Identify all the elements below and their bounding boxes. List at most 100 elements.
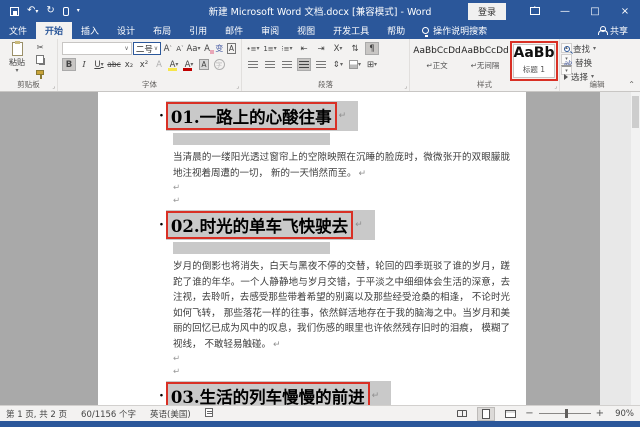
text-effects-button[interactable]: A — [152, 58, 166, 71]
align-left-button[interactable] — [246, 58, 260, 71]
shrink-font-button[interactable]: Aˇ — [174, 42, 185, 55]
vertical-scrollbar-thumb[interactable] — [632, 96, 639, 128]
minimize-button[interactable]: — — [550, 0, 580, 22]
document-page[interactable]: · 01.一路上的心酸往事 ↵ 当清晨的一缕阳光透过窗帘上的空隙映照在沉睡的脸庞… — [98, 92, 526, 405]
paragraph-dialog-launcher-icon[interactable]: ⌟ — [404, 83, 407, 90]
tab-review[interactable]: 审阅 — [252, 22, 288, 39]
print-layout-button[interactable] — [477, 406, 496, 421]
tab-layout[interactable]: 布局 — [144, 22, 180, 39]
body-paragraph-2[interactable]: 岁月的倒影也将消失，白天与黑夜不停的交替，轮回的四季斑驳了谁的岁月，蹉跎了谁的年… — [173, 259, 510, 353]
shading-icon — [348, 60, 358, 69]
font-name-combobox[interactable]: ∨ — [62, 42, 132, 55]
align-right-button[interactable] — [280, 58, 294, 71]
zoom-out-button[interactable]: − — [525, 408, 533, 419]
share-button[interactable]: 共享 — [586, 22, 640, 39]
style-no-spacing[interactable]: AaBbCcDd ↵无间隔 — [461, 43, 508, 71]
italic-button[interactable]: I — [77, 58, 91, 71]
line-spacing-button[interactable]: ⇕ ▾ — [331, 58, 345, 71]
heading-1-line[interactable]: · 01.一路上的心酸往事 ↵ — [159, 101, 510, 131]
heading-bullet: · — [159, 388, 164, 404]
enclose-characters-button[interactable]: 字 — [212, 58, 226, 71]
body-paragraph-1[interactable]: 当清晨的一缕阳光透过窗帘上的空隙映照在沉睡的脸庞时，微微张开的双眼朦胧地注视着周… — [173, 150, 510, 182]
tab-file[interactable]: 文件 — [0, 22, 36, 39]
find-button[interactable]: 查找 ▾ — [564, 43, 630, 55]
superscript-button[interactable]: x² — [137, 58, 151, 71]
format-painter-icon[interactable] — [33, 67, 47, 79]
strikethrough-button[interactable]: abc — [107, 58, 121, 71]
style-heading-1[interactable]: AaBb 标题 1 — [513, 44, 555, 79]
font-dialog-launcher-icon[interactable]: ⌟ — [236, 83, 239, 90]
language-status[interactable]: 英语(美国) — [150, 408, 191, 420]
font-color-button[interactable]: A ▾ — [182, 58, 196, 71]
save-icon[interactable] — [10, 6, 19, 16]
distribute-button[interactable] — [314, 58, 328, 71]
tell-me-search[interactable]: 操作说明搜索 — [414, 22, 495, 39]
zoom-slider[interactable] — [538, 409, 591, 418]
paste-button[interactable]: 粘贴 ▾ — [4, 41, 30, 78]
decrease-indent-label: ⇤ — [300, 43, 308, 54]
shading-button[interactable]: ▾ — [348, 58, 362, 71]
undo-icon[interactable]: ↶▾ — [27, 6, 38, 16]
character-shading-button[interactable]: A — [197, 58, 211, 71]
tab-view[interactable]: 视图 — [288, 22, 324, 39]
web-layout-button[interactable] — [501, 407, 519, 421]
font-size-value: 二号 — [135, 44, 153, 55]
word-count-status[interactable]: 60/1156 个字 — [81, 408, 136, 420]
style-normal[interactable]: AaBbCcDd ↵正文 — [413, 43, 460, 71]
tab-home[interactable]: 开始 — [36, 22, 73, 39]
zoom-in-button[interactable]: + — [596, 408, 604, 419]
decrease-indent-button[interactable]: ⇤ — [297, 42, 311, 55]
highlight-color-button[interactable]: A ▾ — [167, 58, 181, 71]
tab-insert[interactable]: 插入 — [72, 22, 108, 39]
phonetic-guide-button[interactable]: 变 — [214, 42, 225, 55]
heading-3-line[interactable]: · 03.生活的列车慢慢的前进 ↵ — [159, 381, 510, 405]
character-border-button[interactable]: A — [226, 42, 237, 55]
styles-dialog-launcher-icon[interactable]: ⌟ — [554, 83, 557, 90]
zoom-slider-thumb[interactable] — [564, 409, 568, 418]
vertical-scrollbar[interactable] — [631, 92, 640, 405]
tab-design[interactable]: 设计 — [108, 22, 144, 39]
change-case-button[interactable]: Aa ▾ — [186, 42, 200, 55]
read-mode-button[interactable] — [453, 407, 471, 421]
title-bar: ↶▾ ↻ ▾ 新建 Microsoft Word 文档.docx [兼容模式] … — [0, 0, 640, 22]
tab-developer[interactable]: 开发工具 — [324, 22, 378, 39]
justify-button[interactable] — [297, 58, 311, 71]
touch-mode-icon[interactable] — [62, 6, 69, 16]
empty-line-mark: ↵ — [173, 367, 181, 377]
cut-icon[interactable]: ✂ — [33, 42, 47, 53]
bullets-button[interactable]: •≡ ▾ — [246, 42, 260, 55]
maximize-button[interactable]: □ — [580, 0, 610, 22]
bold-button[interactable]: B — [62, 58, 76, 71]
tab-mailings[interactable]: 邮件 — [216, 22, 252, 39]
proofing-status-icon[interactable] — [204, 407, 213, 420]
sort-button[interactable]: ⇅ — [348, 42, 362, 55]
underline-button[interactable]: U ▾ — [92, 58, 106, 71]
redo-icon[interactable]: ↻ — [46, 6, 54, 16]
show-marks-button[interactable]: ¶ — [365, 42, 379, 55]
tab-help[interactable]: 帮助 — [378, 22, 414, 39]
customize-qat-caret-icon[interactable]: ▾ — [77, 8, 80, 14]
close-button[interactable]: × — [610, 0, 640, 22]
borders-button[interactable]: ⊞ ▾ — [365, 58, 379, 71]
ribbon-display-options-button[interactable] — [520, 0, 550, 22]
grow-font-button[interactable]: Aˆ — [162, 42, 173, 55]
copy-icon[interactable] — [33, 54, 47, 65]
zoom-level[interactable]: 90% — [610, 409, 634, 419]
sign-in-button[interactable]: 登录 — [467, 2, 506, 20]
page-number-status[interactable]: 第 1 页, 共 2 页 — [6, 408, 67, 420]
clear-formatting-button[interactable]: A — [202, 42, 214, 55]
align-center-button[interactable] — [263, 58, 277, 71]
multilevel-list-button[interactable]: ⁝≡ ▾ — [280, 42, 294, 55]
find-caret-icon: ▾ — [593, 45, 597, 52]
numbering-button[interactable]: 1≡ ▾ — [263, 42, 277, 55]
asian-layout-button[interactable]: X ▾ — [331, 42, 345, 55]
increase-indent-button[interactable]: ⇥ — [314, 42, 328, 55]
tab-references[interactable]: 引用 — [180, 22, 216, 39]
collapse-ribbon-icon[interactable]: ⌃ — [628, 80, 635, 89]
replace-button[interactable]: ab 替换 — [564, 57, 630, 69]
subscript-button[interactable]: x₂ — [122, 58, 136, 71]
heading-2-line[interactable]: · 02.时光的单车飞快驶去 ↵ — [159, 210, 510, 240]
font-size-combobox[interactable]: 二号 ∨ — [132, 42, 162, 55]
clipboard-dialog-launcher-icon[interactable]: ⌟ — [52, 83, 55, 90]
distribute-icon — [316, 60, 326, 69]
